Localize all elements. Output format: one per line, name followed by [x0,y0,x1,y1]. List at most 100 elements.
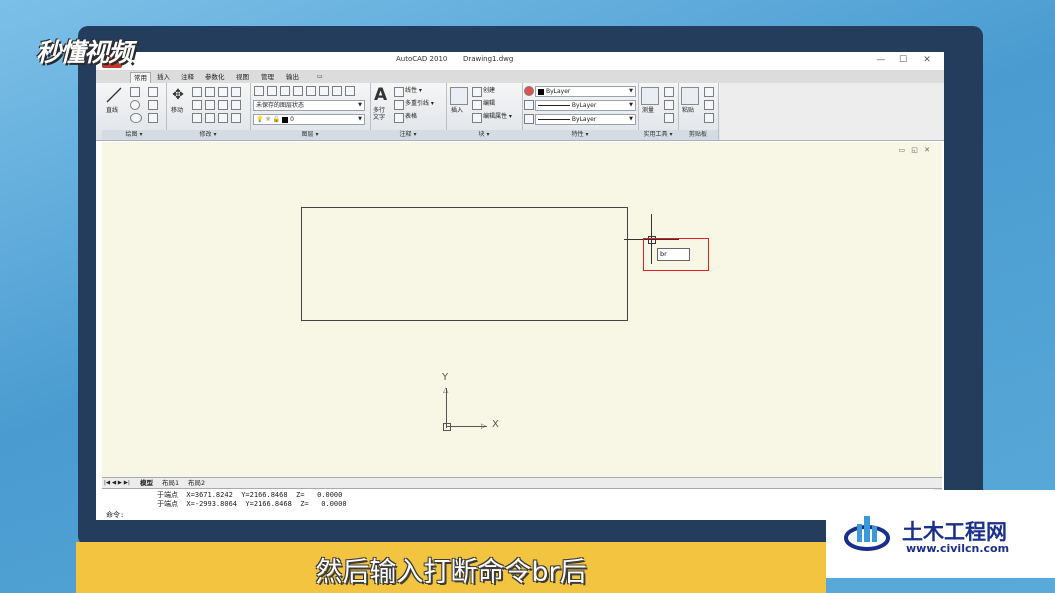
id-point-icon[interactable] [664,100,674,110]
subtitle-text: 然后输入打断命令br后 [315,557,587,588]
panel-utilities-title[interactable]: 实用工具 ▾ [638,130,678,140]
panel-draw: 直线 绘图 ▾ [102,83,167,140]
layer-match-icon[interactable] [319,86,329,96]
linear-dimension-icon[interactable] [394,87,404,97]
create-label[interactable]: 创建 [483,87,495,95]
civilcn-url: www.civilcn.com [906,542,1010,555]
layer-freeze-icon[interactable] [293,86,303,96]
autocad-window: AutoCAD 2010 Drawing1.dwg — ☐ ✕ 常用 插入 注释… [96,52,944,520]
maximize-button[interactable]: ☐ [896,55,910,65]
multileader-label[interactable]: 多重引线 ▾ [405,100,434,108]
mtext-icon[interactable]: A [374,85,387,105]
scale-icon[interactable] [218,100,228,110]
layer-properties-icon[interactable] [254,86,264,96]
panel-block-title[interactable]: 块 ▾ [446,130,522,140]
dynamic-input-field[interactable]: br [657,248,690,261]
copy-icon[interactable] [218,87,228,97]
command-line[interactable]: 于端点 X=3671.8242 Y=2166.8468 Z= 0.0000 于端… [102,488,942,520]
explode-icon[interactable] [205,113,215,123]
ribbon-tab-bar: 常用 插入 注释 参数化 视图 管理 输出 ▭ [96,71,944,83]
table-label[interactable]: 表格 [405,113,417,121]
measure-icon[interactable] [641,87,659,105]
mirror-icon[interactable] [231,87,241,97]
insert-label: 插入 [451,107,464,114]
array-icon[interactable] [231,100,241,110]
command-prompt[interactable]: 命令: [106,510,124,520]
tab-manage[interactable]: 管理 [258,72,277,82]
tab-parametric[interactable]: 参数化 [202,72,228,82]
rectangle-icon[interactable] [148,100,158,110]
panel-clipboard-title[interactable]: 剪贴板 [678,130,718,140]
fillet-icon[interactable] [192,100,202,110]
edit-label[interactable]: 编辑 [483,100,495,108]
trim-icon[interactable] [205,87,215,97]
linetype-dropdown[interactable]: ByLayer ▼ [535,100,636,111]
insert-block-icon[interactable] [450,87,468,105]
offset-icon[interactable] [218,113,228,123]
calculator-icon[interactable] [664,113,674,123]
panel-draw-title[interactable]: 绘图 ▾ [102,130,166,140]
rotate-icon[interactable] [192,87,202,97]
layer-dropdown[interactable]: 💡 ☼ 🔓 0 ▼ [253,114,365,125]
panel-layers-title[interactable]: 图层 ▾ [250,130,370,140]
app-title: AutoCAD 2010 [396,55,448,63]
close-button[interactable]: ✕ [920,55,934,65]
civilcn-mark-icon [844,516,890,551]
cut-icon[interactable] [704,87,714,97]
rectangle-object[interactable] [301,207,628,321]
tab-view[interactable]: 视图 [233,72,252,82]
chevron-down-icon: ▼ [629,102,633,108]
panel-modify-title[interactable]: 修改 ▾ [166,130,250,140]
tab-annotate[interactable]: 注释 [178,72,197,82]
panel-properties-title[interactable]: 特性 ▾ [522,130,638,140]
tab-insert[interactable]: 插入 [154,72,173,82]
drawing-canvas[interactable]: ▭ ◱ ✕ br △ ▷ Y X [102,142,942,477]
layer-isolate-icon[interactable] [267,86,277,96]
copy-clip-icon[interactable] [704,100,714,110]
edit-block-icon[interactable] [472,100,482,110]
color-dropdown[interactable]: ByLayer ▼ [535,86,636,97]
ucs-y-label: Y [442,372,449,383]
create-block-icon[interactable] [472,87,482,97]
quick-select-icon[interactable] [664,87,674,97]
edit-attribute-icon[interactable] [472,113,482,123]
linetype-value: ByLayer [571,102,597,109]
paste-icon[interactable] [681,87,699,105]
ellipse-icon[interactable] [130,113,142,123]
multileader-icon[interactable] [394,100,404,110]
panel-annotation-title[interactable]: 注释 ▾ [370,130,446,140]
line-icon[interactable] [106,87,122,103]
ribbon-toggle-icon[interactable]: ▭ [314,72,326,82]
stretch-icon[interactable] [205,100,215,110]
current-layer-value: 0 [290,116,294,123]
edit-attribute-label[interactable]: 编辑属性 ▾ [483,113,512,121]
layer-color-swatch [282,116,289,123]
linear-label[interactable]: 线性 ▾ [405,87,422,95]
layer-walk-icon[interactable] [345,86,355,96]
layer-previous-icon[interactable] [332,86,342,96]
civilcn-logo: 土木工程网 www.civilcn.com [826,490,1055,578]
move-icon[interactable]: ✥ [170,87,186,103]
ucs-y-arrow-icon: △ [443,386,449,394]
layer-state-value: 未保存的图层状态 [256,102,305,109]
tab-home[interactable]: 常用 [130,72,151,83]
ucs-x-arrow-icon: ▷ [481,422,487,430]
erase-icon[interactable] [192,113,202,123]
table-icon[interactable] [394,113,404,123]
arc-icon[interactable] [148,87,158,97]
match-properties-icon[interactable] [704,113,714,123]
viewport-controls[interactable]: ▭ ◱ ✕ [898,146,932,154]
tab-output[interactable]: 输出 [283,72,302,82]
lineweight-dropdown[interactable]: ByLayer ▼ [535,114,636,125]
polyline-icon[interactable] [130,87,140,97]
minimize-button[interactable]: — [874,55,888,65]
layer-lock-icon[interactable] [306,86,316,96]
circle-icon[interactable] [130,100,140,110]
chevron-down-icon: ▼ [358,102,362,108]
break-icon[interactable] [231,113,241,123]
layer-off-icon[interactable] [280,86,290,96]
miaodong-logo: 秒懂视频 [36,33,133,69]
lock-icon: 🔓 [272,116,281,123]
hatch-icon[interactable] [148,113,158,123]
layer-state-dropdown[interactable]: 未保存的图层状态 ▼ [253,100,365,111]
